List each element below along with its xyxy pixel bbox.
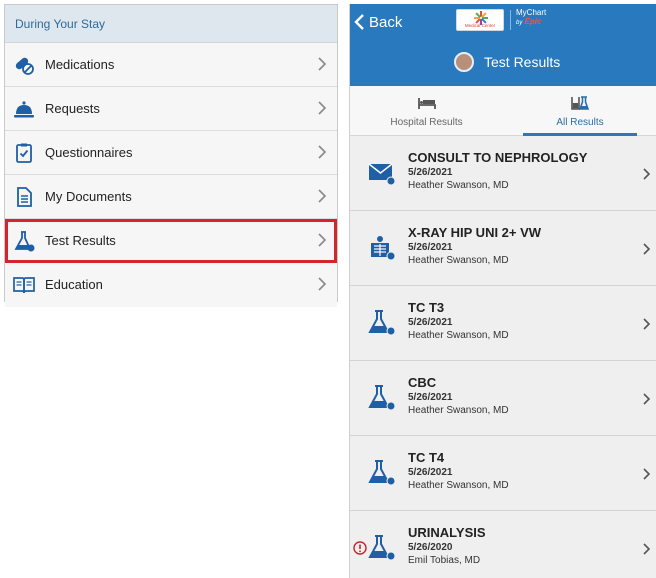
chevron-right-icon	[318, 101, 327, 115]
service-bell-icon	[14, 101, 34, 118]
test-results-screen: Back Medical Center MyChart by Epic Test…	[349, 4, 656, 578]
menu-label: My Documents	[45, 189, 132, 204]
chevron-right-icon	[643, 393, 651, 405]
chevron-right-icon	[643, 243, 651, 255]
flask-icon	[368, 535, 396, 561]
result-title: CONSULT TO NEPHROLOGY	[408, 150, 588, 165]
mychart-logo: MyChart by Epic	[516, 8, 546, 28]
chevron-right-icon	[318, 189, 327, 203]
menu-item-requests[interactable]: Requests	[5, 87, 337, 131]
menu-label: Requests	[45, 101, 100, 116]
result-date: 5/26/2021	[408, 167, 453, 178]
menu-item-questionnaires[interactable]: Questionnaires	[5, 131, 337, 175]
hospital-bed-icon	[417, 98, 436, 109]
result-date: 5/26/2021	[408, 242, 453, 253]
chevron-left-icon	[354, 14, 364, 30]
clipboard-check-icon	[16, 143, 32, 163]
result-provider: Heather Swanson, MD	[408, 180, 509, 191]
result-provider: Heather Swanson, MD	[408, 255, 509, 266]
result-title: X-RAY HIP UNI 2+ VW	[408, 225, 542, 240]
pills-icon	[15, 57, 34, 75]
xray-icon	[371, 236, 396, 261]
menu-item-my-documents[interactable]: My Documents	[5, 175, 337, 219]
menu-label: Education	[45, 277, 103, 292]
page-title: Test Results	[484, 54, 561, 70]
document-icon	[17, 187, 32, 207]
back-button[interactable]: Back	[354, 11, 402, 33]
chevron-right-icon	[318, 233, 327, 247]
back-label: Back	[369, 13, 403, 31]
patient-avatar[interactable]	[454, 52, 474, 72]
result-date: 5/26/2020	[408, 542, 453, 553]
tab-all-results[interactable]: All Results	[503, 86, 656, 136]
result-provider: Heather Swanson, MD	[408, 330, 509, 341]
menu-label: Medications	[45, 57, 115, 72]
flask-icon	[14, 231, 35, 252]
result-title: CBC	[408, 375, 437, 390]
flask-icon	[368, 385, 396, 411]
result-provider: Heather Swanson, MD	[408, 480, 509, 491]
chevron-right-icon	[318, 277, 327, 291]
chevron-right-icon	[318, 145, 327, 159]
chevron-right-icon	[643, 168, 651, 180]
result-title: URINALYSIS	[408, 525, 486, 540]
result-title: TC T3	[408, 300, 445, 315]
result-item-tc-t3[interactable]: TC T3 5/26/2021 Heather Swanson, MD	[350, 286, 656, 361]
epic-wordmark: Epic	[524, 17, 542, 26]
results-tabs: Hospital Results All Results	[350, 86, 656, 136]
top-bar: Back Medical Center MyChart by Epic Test…	[350, 4, 656, 86]
result-provider: Heather Swanson, MD	[408, 405, 509, 416]
menu-label: Questionnaires	[45, 145, 133, 160]
mychart-by: by	[516, 20, 523, 26]
during-your-stay-menu: During Your Stay Medications Requests Qu…	[4, 4, 338, 307]
result-date: 5/26/2021	[408, 392, 453, 403]
lab-beakers-icon	[571, 96, 590, 110]
result-date: 5/26/2021	[408, 467, 453, 478]
result-title: TC T4	[408, 450, 445, 465]
book-icon	[13, 277, 35, 294]
result-provider: Emil Tobias, MD	[408, 555, 481, 566]
result-item-consult-to-nephrology[interactable]: CONSULT TO NEPHROLOGY 5/26/2021 Heather …	[350, 136, 656, 211]
envelope-icon	[368, 163, 396, 186]
chevron-right-icon	[643, 318, 651, 330]
tab-label: Hospital Results	[390, 117, 463, 128]
section-title: During Your Stay	[5, 5, 337, 43]
tab-hospital-results[interactable]: Hospital Results	[350, 86, 503, 136]
flask-icon	[368, 460, 396, 486]
result-item-urinalysis[interactable]: URINALYSIS 5/26/2020 Emil Tobias, MD	[350, 511, 656, 578]
logo-divider	[510, 10, 511, 30]
menu-item-medications[interactable]: Medications	[5, 43, 337, 87]
chevron-right-icon	[643, 468, 651, 480]
result-item-xray-hip[interactable]: X-RAY HIP UNI 2+ VW 5/26/2021 Heather Sw…	[350, 211, 656, 286]
result-item-cbc[interactable]: CBC 5/26/2021 Heather Swanson, MD	[350, 361, 656, 436]
medical-center-logo: Medical Center	[456, 9, 504, 31]
mychart-wordmark: MyChart	[516, 8, 547, 17]
logo-text: Medical Center	[464, 23, 496, 28]
result-item-tc-t4[interactable]: TC T4 5/26/2021 Heather Swanson, MD	[350, 436, 656, 511]
menu-item-test-results[interactable]: Test Results	[5, 219, 337, 263]
chevron-right-icon	[318, 57, 327, 71]
tab-label: All Results	[556, 117, 604, 128]
chevron-right-icon	[643, 543, 651, 555]
menu-item-education[interactable]: Education	[5, 263, 337, 307]
alert-icon	[353, 541, 367, 555]
menu-label: Test Results	[45, 233, 116, 248]
flask-icon	[368, 310, 396, 336]
result-date: 5/26/2021	[408, 317, 453, 328]
